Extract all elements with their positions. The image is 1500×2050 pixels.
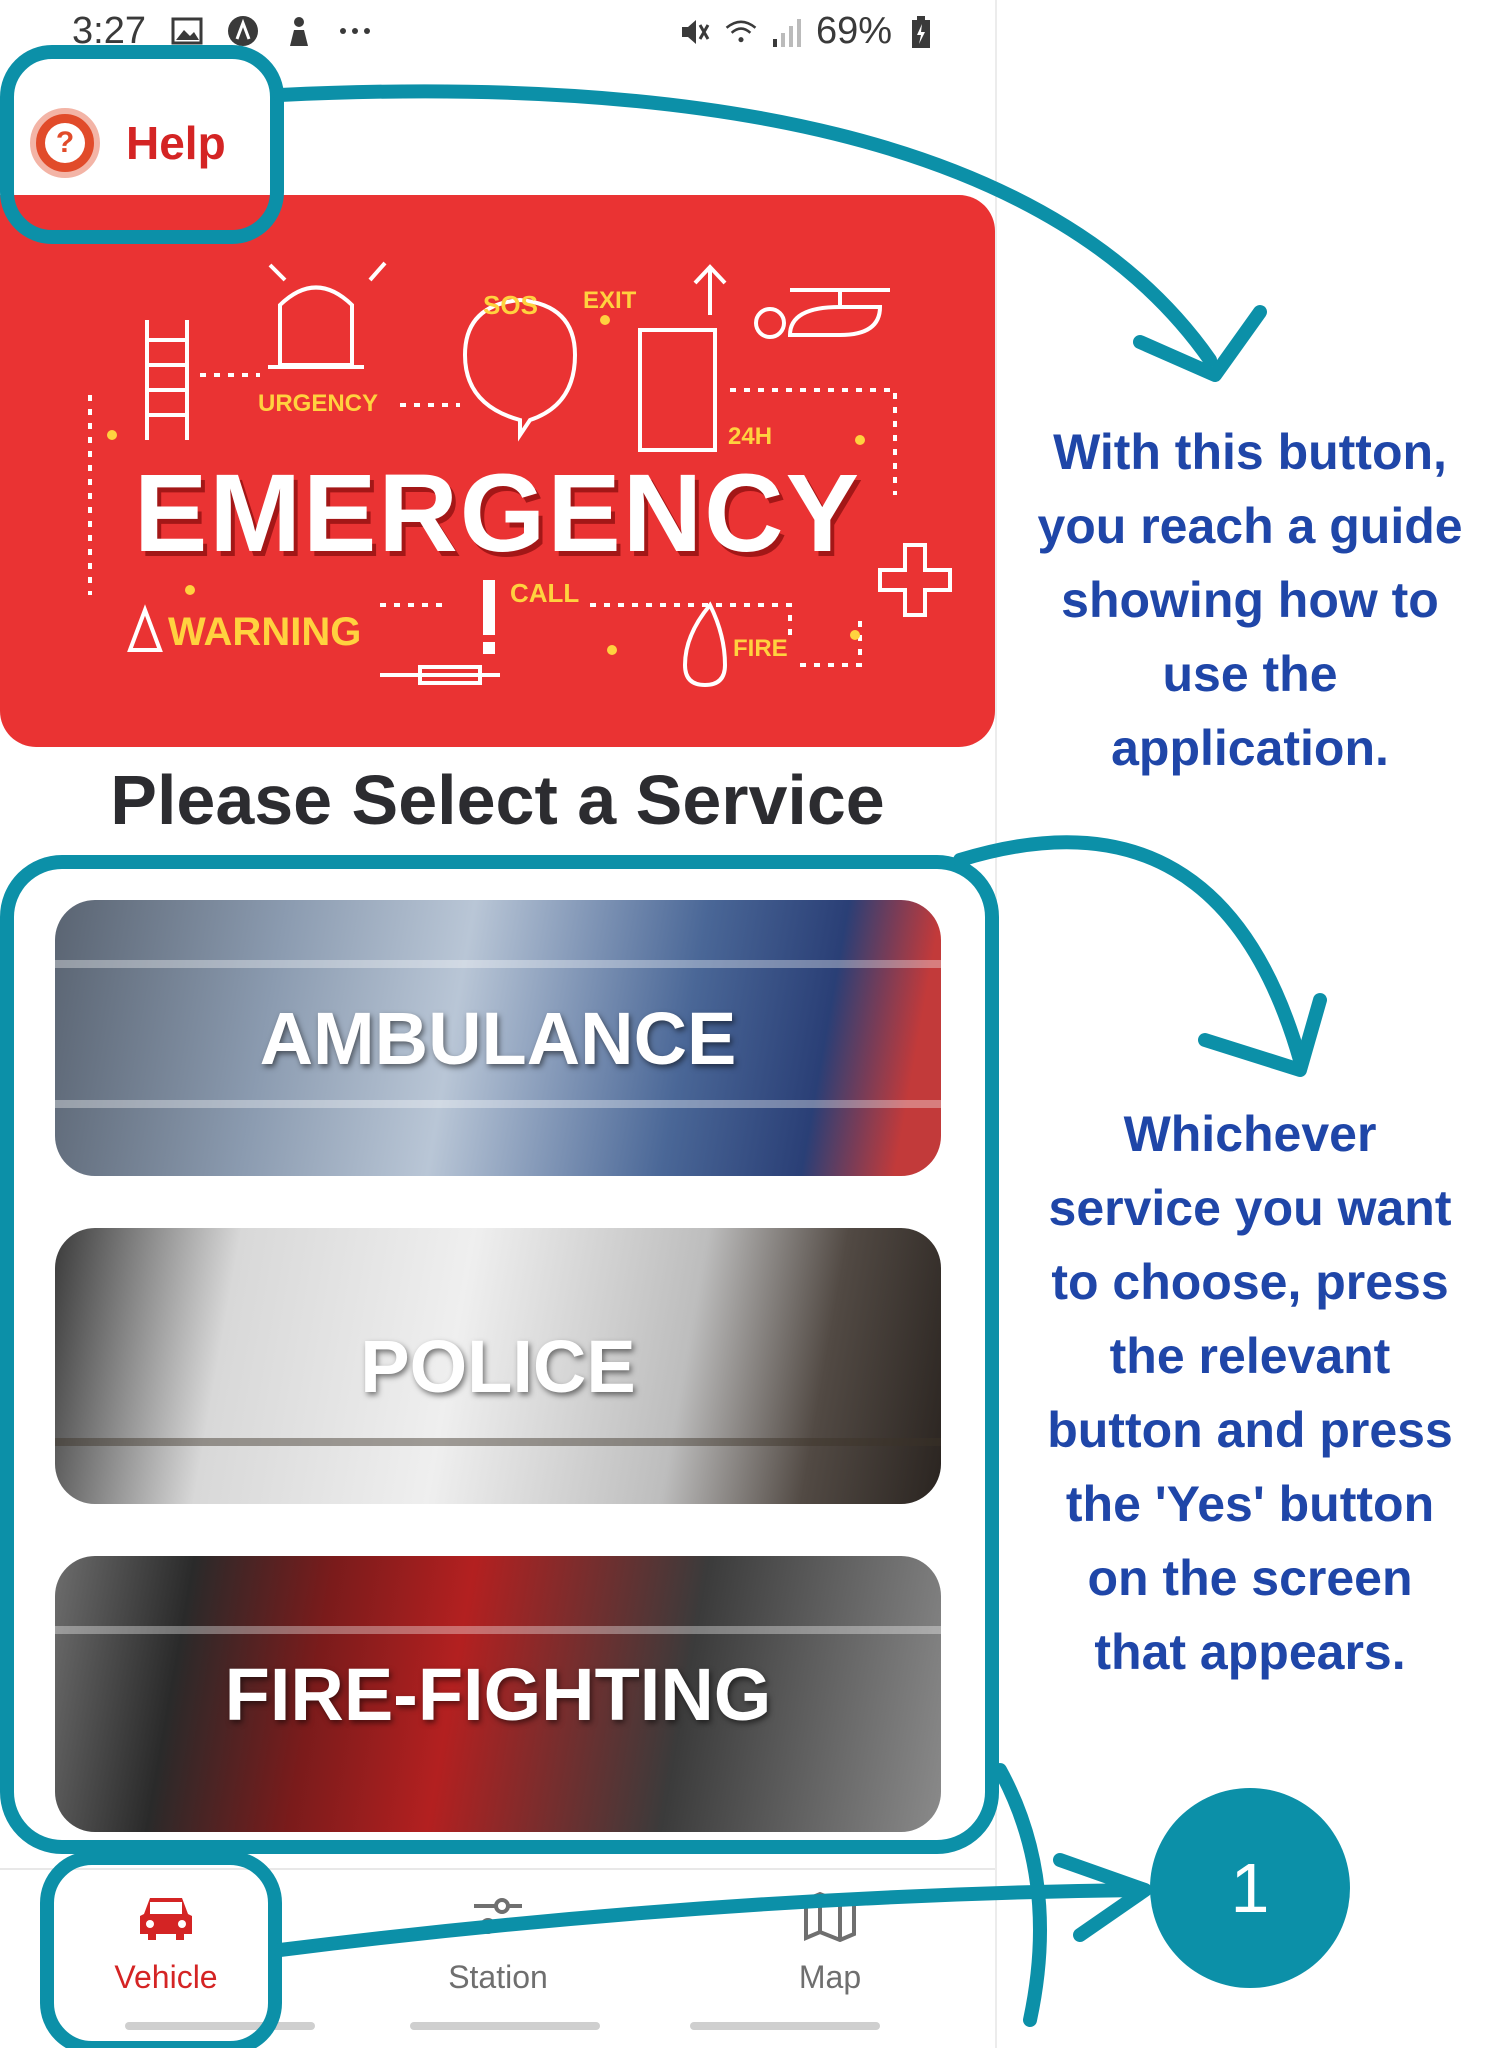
help-annotation-line: With this button, <box>1053 424 1447 480</box>
service-annotation-line: to choose, press <box>1051 1254 1449 1310</box>
service-annotation-line: button and press <box>1047 1402 1453 1458</box>
help-annotation-line: showing how to <box>1061 572 1439 628</box>
service-annotation-line: on the screen <box>1087 1550 1413 1606</box>
service-annotation-line: the relevant <box>1109 1328 1391 1384</box>
service-annotation-line: that appears. <box>1094 1624 1406 1680</box>
service-annotation-line: Whichever <box>1123 1106 1377 1162</box>
annotation-overlay <box>0 45 1327 2048</box>
service-annotation-line: service you want <box>1048 1180 1452 1236</box>
service-annotation-line: the 'Yes' button <box>1065 1476 1435 1532</box>
help-annotation-line: application. <box>1111 720 1389 776</box>
step-arrow-line <box>273 1883 1147 1957</box>
help-annotation: With this button, you reach a guide show… <box>1010 415 1490 785</box>
step-number-badge: 1 <box>1150 1788 1350 1988</box>
services-arrow-line <box>953 835 1307 1067</box>
help-annotation-line: you reach a guide <box>1037 498 1463 554</box>
help-arrow-line <box>273 84 1217 367</box>
services-highlight-box <box>0 855 999 1854</box>
vehicle-highlight-box <box>40 1851 282 2048</box>
service-annotation: Whichever service you want to choose, pr… <box>1015 1097 1485 1689</box>
help-highlight-box <box>0 45 284 244</box>
help-annotation-line: use the <box>1162 646 1338 702</box>
services-arrow-head <box>1198 993 1327 1077</box>
